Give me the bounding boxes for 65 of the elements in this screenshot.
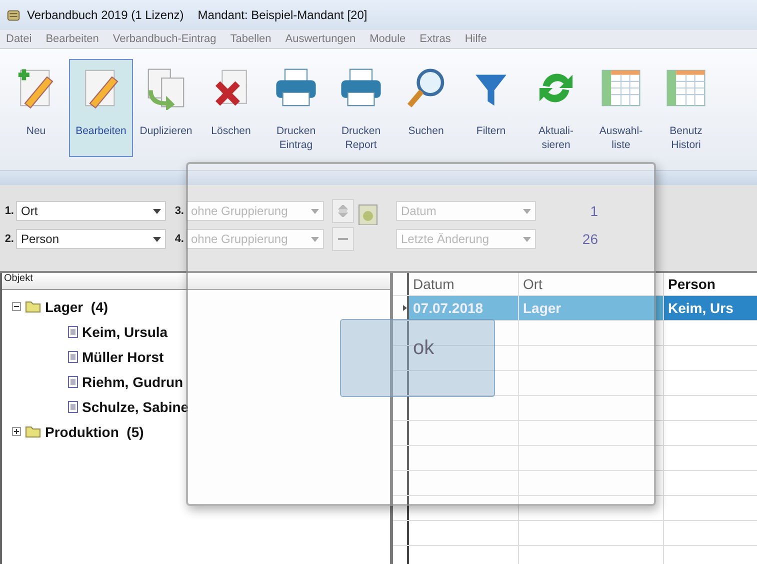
folder-icon <box>25 425 41 438</box>
toolbar-button[interactable]: Bearbeiten <box>69 59 133 157</box>
expander-icon[interactable] <box>12 427 21 436</box>
toolbar-button[interactable]: Filtern <box>459 59 523 157</box>
grouping-dropdown[interactable]: Person <box>16 229 166 249</box>
toolbar-button[interactable]: Auswahl- liste <box>589 59 653 157</box>
document-icon <box>68 400 78 412</box>
toolbar-button[interactable]: Duplizieren <box>134 59 198 157</box>
grouping-number: 1. <box>4 205 14 217</box>
caret-icon <box>311 236 319 242</box>
menu-item[interactable]: Extras <box>420 33 451 45</box>
grouping-number: 4. <box>174 233 184 245</box>
grouping-number: 2. <box>4 233 14 245</box>
count-label: 1 <box>589 203 598 219</box>
menu-item[interactable]: Verbandbuch-Eintrag <box>112 33 216 45</box>
document-icon <box>68 350 78 362</box>
remove-button[interactable] <box>332 227 354 251</box>
toolbar-button[interactable]: Drucken Eintrag <box>264 59 328 157</box>
tree-item[interactable]: Schulze, Sabine <box>82 398 189 414</box>
settings-icon[interactable] <box>358 203 378 225</box>
tree-item[interactable]: Lager (4) <box>45 298 108 314</box>
toolbar-button[interactable]: Suchen <box>394 59 458 157</box>
menu-item[interactable]: Module <box>370 33 406 45</box>
menu-item[interactable]: Datei <box>6 33 32 45</box>
caret-icon <box>153 236 161 242</box>
menu-item[interactable]: Bearbeiten <box>46 33 99 45</box>
app-icon <box>6 8 21 22</box>
table-cell: Lager <box>519 296 664 320</box>
table-cell: Keim, Urs <box>664 296 757 320</box>
tree-item[interactable]: Riehm, Gudrun <box>82 374 184 390</box>
table-row[interactable]: 07.07.2018 Lager Keim, Urs <box>393 296 757 321</box>
tree-item[interactable]: Keim, Ursula <box>82 324 168 340</box>
column-header[interactable]: Datum <box>409 273 519 295</box>
table-cell: 07.07.2018 <box>409 296 519 320</box>
caret-icon <box>523 236 531 242</box>
caret-icon <box>523 208 531 214</box>
toolbar-button[interactable]: Löschen <box>199 59 263 157</box>
document-icon <box>68 326 78 338</box>
column-header: Objekt <box>2 273 390 290</box>
folder-icon <box>25 300 41 313</box>
column-header[interactable]: Person <box>664 273 757 295</box>
toolbar-button[interactable]: Drucken Report <box>329 59 393 157</box>
sort-toggle-button[interactable] <box>332 199 354 223</box>
menu-item[interactable]: Tabellen <box>230 33 272 45</box>
count-label: 26 <box>581 231 598 247</box>
document-icon <box>68 376 78 388</box>
client-name: Mandant: Beispiel-Mandant [20] <box>198 8 368 22</box>
toolbar-button[interactable]: Neu <box>4 59 68 157</box>
minus-icon <box>338 238 348 240</box>
toolbar-button[interactable]: Benutz Histori <box>654 59 718 157</box>
ok-button[interactable]: ok <box>340 319 495 397</box>
menu-item[interactable]: Hilfe <box>464 33 487 45</box>
window-title: Verbandbuch 2019 (1 Lizenz) <box>27 8 184 22</box>
sort-icon <box>338 205 348 217</box>
caret-icon <box>311 208 319 214</box>
tree-item[interactable]: Produktion (5) <box>45 424 144 440</box>
grouping-number: 3. <box>174 205 184 217</box>
column-header[interactable]: Ort <box>519 273 664 295</box>
caret-icon <box>153 208 161 214</box>
current-row-icon <box>403 305 407 311</box>
grouping-dropdown[interactable]: Ort <box>16 201 166 221</box>
menu-item[interactable]: Auswertungen <box>285 33 356 45</box>
expander-icon[interactable] <box>12 302 21 311</box>
toolbar-button[interactable]: Aktuali- sieren <box>524 59 588 157</box>
tree-item[interactable]: Müller Horst <box>82 348 164 364</box>
